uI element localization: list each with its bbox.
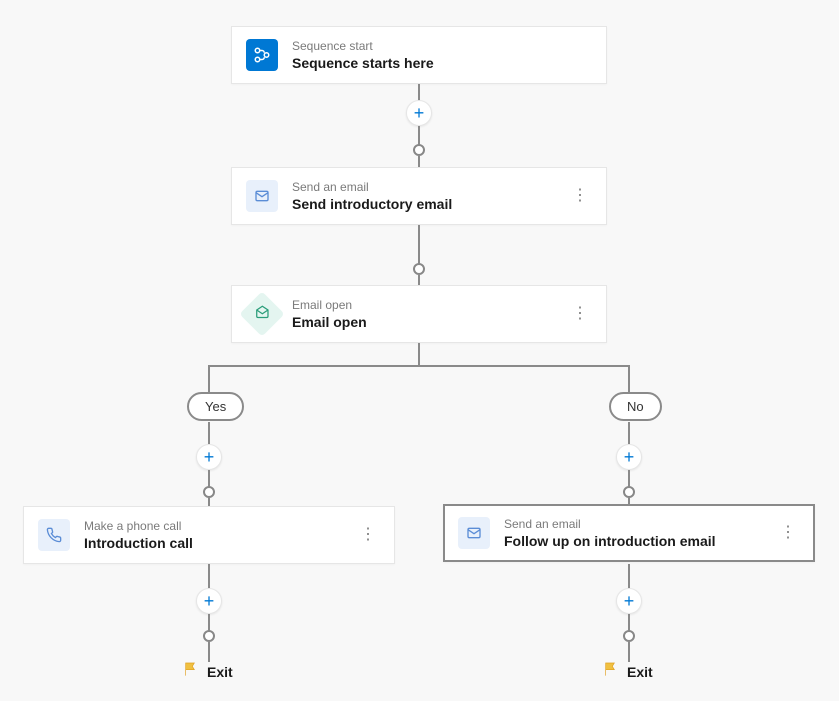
start-icon: [246, 39, 278, 71]
exit-label: Exit: [603, 662, 653, 681]
node-text: Make a phone call Introduction call: [84, 519, 342, 551]
connector-circle: [203, 486, 215, 498]
exit-text: Exit: [627, 664, 653, 680]
send-email-node[interactable]: Send an email Send introductory email ⋮: [231, 167, 607, 225]
connector-line: [628, 642, 630, 662]
connector-circle: [413, 263, 425, 275]
connector-line: [208, 422, 210, 444]
node-type-label: Send an email: [292, 180, 554, 194]
node-title-label: Email open: [292, 314, 554, 330]
node-text: Send an email Send introductory email: [292, 180, 554, 212]
connector-line: [418, 343, 420, 365]
connector-line: [208, 365, 630, 367]
connector-line: [628, 365, 630, 392]
flag-icon: [603, 661, 619, 680]
connector-line: [208, 642, 210, 662]
add-step-button[interactable]: +: [616, 444, 642, 470]
phone-call-node[interactable]: Make a phone call Introduction call ⋮: [23, 506, 395, 564]
add-step-button[interactable]: +: [616, 588, 642, 614]
condition-icon: [239, 291, 284, 336]
exit-text: Exit: [207, 664, 233, 680]
connector-circle: [623, 486, 635, 498]
connector-circle: [623, 630, 635, 642]
node-type-label: Send an email: [504, 517, 762, 531]
connector-line: [418, 225, 420, 265]
node-type-label: Sequence start: [292, 39, 592, 53]
more-menu-button[interactable]: ⋮: [776, 521, 800, 545]
email-open-condition-node[interactable]: Email open Email open ⋮: [231, 285, 607, 343]
connector-circle: [413, 144, 425, 156]
add-step-button[interactable]: +: [196, 588, 222, 614]
node-title-label: Sequence starts here: [292, 55, 592, 71]
connector-line: [628, 564, 630, 588]
branch-no-text: No: [627, 399, 644, 414]
node-text: Email open Email open: [292, 298, 554, 330]
more-menu-button[interactable]: ⋮: [356, 523, 380, 547]
node-type-label: Email open: [292, 298, 554, 312]
node-type-label: Make a phone call: [84, 519, 342, 533]
more-menu-button[interactable]: ⋮: [568, 302, 592, 326]
node-title-label: Follow up on introduction email: [504, 533, 762, 549]
node-title-label: Send introductory email: [292, 196, 554, 212]
more-menu-button[interactable]: ⋮: [568, 184, 592, 208]
branch-no-label: No: [609, 392, 662, 421]
phone-icon: [38, 519, 70, 551]
flag-icon: [183, 661, 199, 680]
followup-email-node[interactable]: Send an email Follow up on introduction …: [443, 504, 815, 562]
node-text: Sequence start Sequence starts here: [292, 39, 592, 71]
connector-line: [208, 564, 210, 588]
connector-circle: [203, 630, 215, 642]
email-icon: [458, 517, 490, 549]
add-step-button[interactable]: +: [406, 100, 432, 126]
connector-line: [418, 126, 420, 146]
connector-line: [208, 365, 210, 392]
add-step-button[interactable]: +: [196, 444, 222, 470]
node-title-label: Introduction call: [84, 535, 342, 551]
connector-line: [628, 422, 630, 444]
branch-yes-text: Yes: [205, 399, 226, 414]
node-text: Send an email Follow up on introduction …: [504, 517, 762, 549]
sequence-start-node[interactable]: Sequence start Sequence starts here: [231, 26, 607, 84]
email-icon: [246, 180, 278, 212]
branch-yes-label: Yes: [187, 392, 244, 421]
exit-label: Exit: [183, 662, 233, 681]
